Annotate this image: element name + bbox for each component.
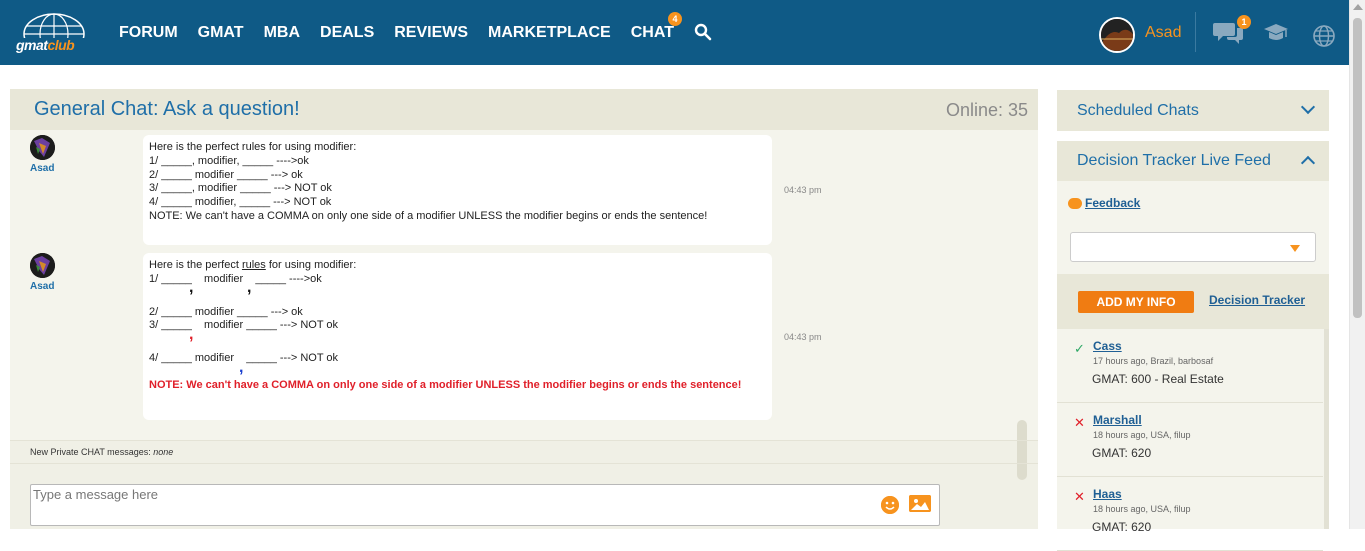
message-line: 1/ _____ modifier _____ ---->ok	[149, 272, 322, 285]
list-item: ✕ Haas 18 hours ago, USA, filup GMAT: 62…	[1057, 477, 1323, 551]
scheduled-chats-title: Scheduled Chats	[1077, 102, 1199, 119]
graduation-cap-icon[interactable]	[1263, 22, 1289, 49]
message-line: 2/ _____ modifier _____ ---> ok	[149, 168, 303, 181]
school-select[interactable]	[1070, 232, 1316, 262]
message-note: NOTE: We can't have a COMMA on only one …	[149, 378, 742, 391]
message-list-scrollbar[interactable]	[1017, 420, 1027, 480]
message-bubble: Here is the perfect rules for using modi…	[143, 135, 772, 245]
school-link[interactable]: Cass	[1093, 339, 1122, 353]
decision-tracker-header[interactable]: Decision Tracker Live Feed	[1057, 141, 1329, 181]
nav-chat[interactable]: CHAT 4	[621, 11, 684, 42]
nav-mba[interactable]: MBA	[254, 24, 310, 42]
feed-score: GMAT: 600 - Real Estate	[1092, 372, 1224, 386]
top-navbar: gmatclub FORUM GMAT MBA DEALS REVIEWS MA…	[0, 0, 1349, 65]
scheduled-chats-header[interactable]: Scheduled Chats	[1057, 90, 1329, 131]
nav-gmat[interactable]: GMAT	[188, 24, 254, 42]
add-my-info-button[interactable]: ADD MY INFO	[1078, 291, 1194, 313]
smiley-icon[interactable]	[881, 496, 899, 514]
main-nav: FORUM GMAT MBA DEALS REVIEWS MARKETPLACE…	[109, 0, 714, 65]
cross-icon: ✕	[1074, 489, 1085, 504]
decision-tracker-body: Feedback ADD MY INFO Decision Tracker ✓ …	[1057, 181, 1329, 551]
feed-score: GMAT: 620	[1092, 520, 1152, 534]
message-line: 1/ _____, modifier, _____ ---->ok	[149, 154, 309, 167]
underlined-word: rules	[241, 259, 266, 271]
feed-meta: 17 hours ago, Brazil, barbosaf	[1093, 356, 1214, 366]
gmatclub-logo[interactable]: gmatclub	[16, 12, 96, 54]
school-link[interactable]: Marshall	[1093, 413, 1142, 427]
chat-header: General Chat: Ask a question! Online: 35	[10, 89, 1038, 130]
message-line: 2/ _____ modifier _____ ---> ok	[149, 305, 303, 318]
private-chat-value: none	[153, 447, 174, 457]
globe-icon[interactable]	[1312, 24, 1336, 53]
message-time: 04:43 pm	[784, 185, 822, 195]
feed-meta: 18 hours ago, USA, filup	[1093, 430, 1191, 440]
message-bubble: Here is the perfect rules for using modi…	[143, 253, 772, 420]
chat-title: General Chat: Ask a question!	[34, 98, 300, 120]
nav-reviews[interactable]: REVIEWS	[384, 24, 478, 42]
chat-count-badge: 4	[667, 11, 682, 26]
speech-bubble-icon	[1068, 197, 1082, 209]
message-line: 3/ _____ modifier _____ ---> NOT ok	[149, 319, 339, 332]
divider	[10, 463, 1038, 464]
message-time: 04:43 pm	[784, 332, 822, 342]
feedback-link[interactable]: Feedback	[1085, 196, 1140, 210]
user-avatar[interactable]	[1099, 17, 1135, 53]
chat-bubbles-icon[interactable]: 1	[1213, 15, 1251, 51]
avatar[interactable]	[30, 253, 55, 278]
scrollbar-thumb[interactable]	[1353, 18, 1362, 318]
chat-message-list[interactable]: Asad Here is the perfect rules for using…	[10, 130, 1038, 480]
comma-mark: ,	[189, 279, 194, 296]
nav-deals[interactable]: DEALS	[310, 24, 384, 42]
navbar-divider	[1195, 12, 1196, 52]
search-icon[interactable]	[694, 23, 714, 43]
comma-mark: ,	[189, 326, 194, 343]
divider	[10, 440, 1038, 441]
list-item: ✕ Marshall 18 hours ago, USA, filup GMAT…	[1057, 403, 1323, 477]
check-icon: ✓	[1074, 341, 1085, 356]
live-feed-list: ✓ Cass 17 hours ago, Brazil, barbosaf GM…	[1057, 329, 1329, 551]
message-input[interactable]	[33, 487, 873, 523]
list-item: ✓ Cass 17 hours ago, Brazil, barbosaf GM…	[1057, 329, 1323, 403]
user-name[interactable]: Asad	[1145, 24, 1181, 42]
image-icon[interactable]	[909, 495, 931, 512]
nav-chat-label: CHAT	[630, 23, 674, 41]
feed-meta: 18 hours ago, USA, filup	[1093, 504, 1191, 514]
nav-marketplace[interactable]: MARKETPLACE	[478, 24, 621, 42]
logo-wordmark: gmatclub	[16, 37, 75, 53]
avatar[interactable]	[30, 135, 55, 160]
comma-mark: ,	[239, 359, 244, 376]
scroll-up-icon[interactable]	[1353, 4, 1363, 10]
nav-forum[interactable]: FORUM	[109, 24, 188, 42]
decision-tracker-title: Decision Tracker Live Feed	[1077, 152, 1271, 169]
message-line: 4/ _____ modifier, _____ ---> NOT ok	[149, 196, 332, 209]
cross-icon: ✕	[1074, 415, 1085, 430]
chevron-down-icon[interactable]	[1300, 99, 1316, 115]
feed-score: GMAT: 620	[1092, 446, 1152, 460]
school-link[interactable]: Haas	[1093, 487, 1122, 501]
chevron-up-icon[interactable]	[1300, 155, 1316, 171]
globe-logo-icon	[23, 13, 85, 38]
message-author[interactable]: Asad	[30, 281, 54, 292]
messages-count-badge: 1	[1237, 15, 1251, 29]
message-line: 3/ _____, modifier _____ ---> NOT ok	[149, 182, 332, 195]
general-chat-panel: General Chat: Ask a question! Online: 35…	[10, 89, 1038, 529]
message-author[interactable]: Asad	[30, 163, 54, 174]
private-chat-status: New Private CHAT messages: none	[30, 447, 174, 457]
feedback: Feedback	[1068, 196, 1140, 210]
message-line: Here is the perfect rules for using modi…	[149, 141, 357, 153]
tracker-actions: ADD MY INFO Decision Tracker	[1057, 274, 1329, 329]
online-count: Online: 35	[945, 100, 1028, 120]
page-scrollbar[interactable]	[1349, 0, 1365, 529]
message-input-box	[30, 484, 940, 526]
decision-tracker-link[interactable]: Decision Tracker	[1209, 293, 1305, 307]
dropdown-arrow-icon	[1290, 245, 1300, 252]
message-note: NOTE: We can't have a COMMA on only one …	[149, 209, 708, 222]
feed-scrollbar[interactable]	[1324, 329, 1329, 529]
comma-mark: ,	[247, 279, 252, 296]
message-line: Here is the perfect rules for using modi…	[149, 259, 357, 271]
